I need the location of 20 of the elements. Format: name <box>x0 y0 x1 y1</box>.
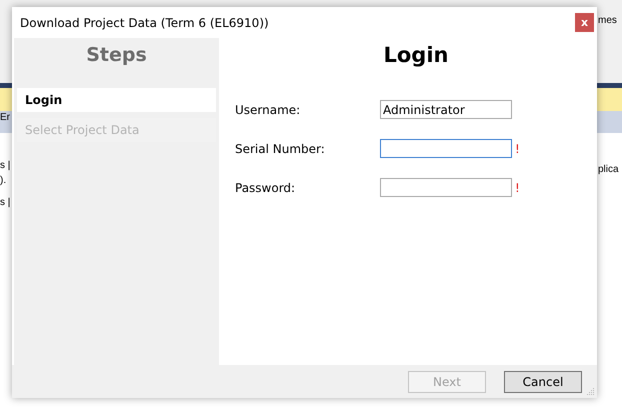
error-mark: ! <box>515 180 520 194</box>
window-title: Download Project Data (Term 6 (EL6910)) <box>20 16 269 30</box>
error-mark: ! <box>515 142 520 156</box>
background-text: ). <box>0 175 6 187</box>
page-heading: Login <box>382 42 450 69</box>
field-label: Serial Number: <box>235 142 326 156</box>
input-field[interactable] <box>380 139 512 158</box>
background-text: mes <box>598 15 617 27</box>
close-button[interactable]: x <box>575 13 594 32</box>
input-field[interactable] <box>380 178 512 197</box>
background-text: s | <box>0 197 10 209</box>
field-label: Username: <box>235 102 302 116</box>
dialog-button[interactable]: Cancel <box>504 370 582 392</box>
background-text: s | <box>0 160 10 172</box>
steps-heading: Steps <box>85 43 148 68</box>
background-text: plica <box>598 164 619 176</box>
background-text: Er <box>0 112 10 124</box>
field-label: Password: <box>235 180 296 194</box>
input-field[interactable]: Administrator <box>380 100 512 119</box>
step-item[interactable]: Login <box>17 88 216 112</box>
